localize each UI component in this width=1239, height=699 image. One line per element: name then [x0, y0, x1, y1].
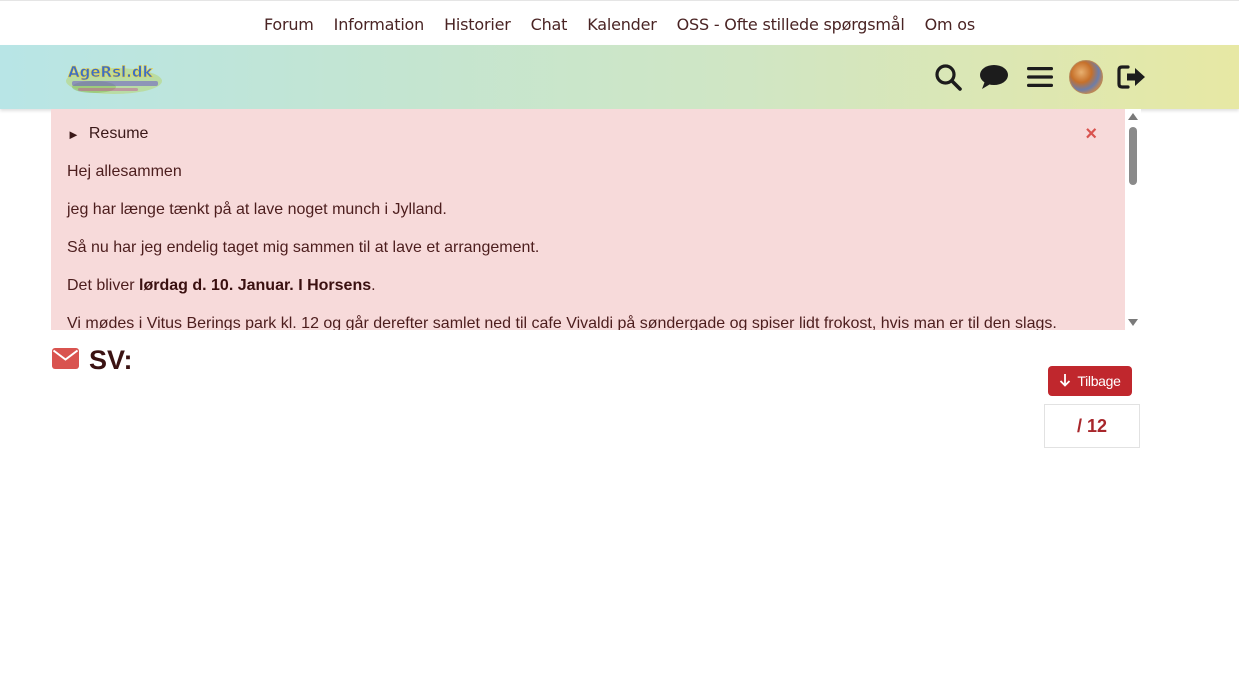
- top-navigation: Forum Information Historier Chat Kalende…: [0, 0, 1239, 45]
- back-button-label: Tilbage: [1077, 373, 1121, 389]
- summary-toggle[interactable]: ► Resume: [67, 125, 1109, 143]
- date-suffix: .: [371, 277, 376, 294]
- search-icon[interactable]: [931, 60, 965, 94]
- triangle-right-icon: ►: [67, 126, 80, 142]
- scroll-up-arrow[interactable]: [1128, 113, 1138, 120]
- nav-link-faq[interactable]: OSS - Ofte stillede spørgsmål: [667, 15, 915, 34]
- nav-link-information[interactable]: Information: [324, 15, 434, 34]
- page-counter[interactable]: / 12: [1044, 404, 1140, 448]
- panel-text-line: Så nu har jeg endelig taget mig sammen t…: [67, 239, 540, 256]
- user-avatar[interactable]: [1069, 60, 1103, 94]
- summary-panel: ► Resume × Hej allesammen jeg har længe …: [51, 109, 1125, 330]
- panel-date-line: Det bliver lørdag d. 10. Januar. I Horse…: [67, 277, 1109, 295]
- reply-title: SV:: [89, 345, 133, 375]
- date-prefix: Det bliver: [67, 277, 140, 294]
- summary-label: Resume: [88, 125, 149, 142]
- logout-icon[interactable]: [1115, 60, 1149, 94]
- nav-link-chat[interactable]: Chat: [521, 15, 578, 34]
- svg-text:AgeRsl.dk: AgeRsl.dk: [68, 63, 154, 81]
- nav-link-historier[interactable]: Historier: [434, 15, 521, 34]
- chat-bubble-icon[interactable]: [977, 60, 1011, 94]
- reply-heading: SV:: [52, 345, 133, 376]
- site-header: AgeRsl.dk: [0, 45, 1239, 109]
- menu-icon[interactable]: [1023, 60, 1057, 94]
- panel-text-line: Hej allesammen: [67, 163, 182, 180]
- back-button[interactable]: Tilbage: [1048, 366, 1132, 396]
- close-icon[interactable]: ×: [1085, 124, 1097, 144]
- panel-text-line: jeg har længe tænkt på at lave noget mun…: [67, 201, 447, 218]
- nav-link-kalender[interactable]: Kalender: [577, 15, 666, 34]
- arrow-down-icon: [1059, 373, 1071, 390]
- page-counter-text: / 12: [1076, 415, 1108, 436]
- scroll-thumb[interactable]: [1129, 127, 1137, 185]
- nav-link-forum[interactable]: Forum: [254, 15, 324, 34]
- panel-text-line: Vi mødes i Vitus Berings park kl. 12 og …: [67, 315, 1057, 330]
- summary-panel-container: ► Resume × Hej allesammen jeg har længe …: [51, 109, 1141, 330]
- panel-scrollbar[interactable]: [1125, 109, 1141, 330]
- nav-link-om-os[interactable]: Om os: [915, 15, 985, 34]
- envelope-icon: [52, 347, 79, 374]
- site-logo[interactable]: AgeRsl.dk: [64, 59, 168, 97]
- scroll-down-arrow[interactable]: [1128, 319, 1138, 326]
- date-bold: lørdag d. 10. Januar. I Horsens: [139, 277, 372, 294]
- header-actions: [931, 59, 1149, 95]
